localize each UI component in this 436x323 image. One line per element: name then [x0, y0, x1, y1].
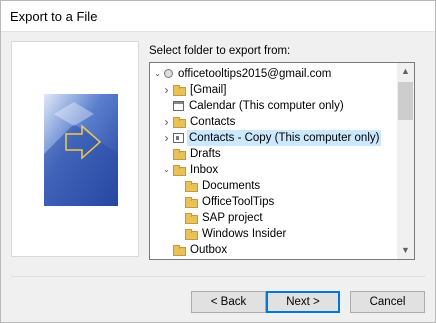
scroll-up-arrow-icon[interactable]: ▲	[397, 63, 414, 80]
tree-item[interactable]: ⌄ Inbox	[162, 162, 220, 178]
divider	[11, 276, 425, 277]
folder-icon	[173, 165, 186, 176]
contacts-icon	[173, 133, 184, 143]
folder-icon	[173, 117, 186, 128]
scroll-thumb[interactable]	[398, 82, 413, 120]
tree-item-label: Contacts - Copy (This computer only)	[187, 130, 382, 146]
next-button[interactable]: Next >	[266, 291, 340, 313]
tree-item[interactable]: › Contacts - Copy (This computer only)	[162, 130, 382, 146]
tree-item-label: Calendar (This computer only)	[189, 100, 344, 112]
tree-item[interactable]: › Contacts	[162, 114, 237, 130]
tree-item[interactable]: Windows Insider	[174, 226, 288, 242]
tree-item[interactable]: SAP project	[174, 210, 265, 226]
export-dialog: Export to a File Select folder to export…	[0, 0, 436, 323]
tree-item-label: officetooltips2015@gmail.com	[178, 68, 332, 80]
expander-placeholder	[162, 146, 171, 162]
tree-item[interactable]: OfficeToolTips	[174, 194, 276, 210]
tree-item[interactable]: Calendar (This computer only)	[162, 98, 346, 114]
scroll-down-arrow-icon[interactable]: ▼	[397, 242, 414, 259]
folder-icon	[185, 197, 198, 208]
collapse-chevron-icon[interactable]: ⌄	[153, 66, 162, 82]
tree-item-label: [Gmail]	[190, 84, 227, 96]
folder-prompt: Select folder to export from:	[149, 45, 291, 57]
vertical-scrollbar[interactable]: ▲ ▼	[397, 63, 414, 259]
folder-icon	[173, 149, 186, 160]
expand-chevron-icon[interactable]: ›	[162, 130, 171, 146]
tree-item[interactable]: Drafts	[162, 146, 223, 162]
expand-chevron-icon[interactable]: ›	[162, 114, 171, 130]
folder-icon	[173, 245, 186, 256]
back-button[interactable]: < Back	[191, 291, 266, 313]
tree-item[interactable]: Outbox	[162, 242, 229, 258]
tree-item[interactable]: Documents	[174, 178, 262, 194]
cancel-button[interactable]: Cancel	[350, 291, 425, 313]
expander-placeholder	[174, 210, 183, 226]
folder-icon	[185, 181, 198, 192]
tree-item-label: OfficeToolTips	[202, 196, 275, 208]
tree-item-label: Inbox	[190, 164, 219, 176]
folder-icon	[185, 213, 198, 224]
tree-item-label: Outbox	[190, 244, 228, 256]
tree-item-label: Drafts	[190, 148, 221, 160]
expander-placeholder	[174, 226, 183, 242]
tree-item[interactable]: › [Gmail]	[162, 82, 228, 98]
collapse-chevron-icon[interactable]: ⌄	[162, 162, 171, 178]
tree-item-label: SAP project	[202, 212, 263, 224]
expander-placeholder	[162, 242, 171, 258]
folder-icon	[185, 229, 198, 240]
tree-item[interactable]: ⌄ officetooltips2015@gmail.com	[153, 66, 333, 82]
calendar-icon	[173, 101, 184, 111]
expand-chevron-icon[interactable]: ›	[162, 82, 171, 98]
expander-placeholder	[174, 178, 183, 194]
tree-item-label: Windows Insider	[202, 228, 287, 240]
dialog-title: Export to a File	[10, 9, 98, 24]
tree-item-label: Contacts	[190, 116, 236, 128]
tree-item-label: Documents	[202, 180, 261, 192]
folder-icon	[173, 85, 186, 96]
export-graphic-icon	[44, 94, 118, 206]
wizard-illustration	[11, 41, 139, 257]
expander-placeholder	[174, 194, 183, 210]
expander-placeholder	[162, 98, 171, 114]
title-bar: Export to a File	[1, 1, 435, 32]
account-icon	[163, 69, 173, 79]
folder-tree[interactable]: ⌄ officetooltips2015@gmail.com › [Gmail] Cal…	[149, 62, 415, 260]
